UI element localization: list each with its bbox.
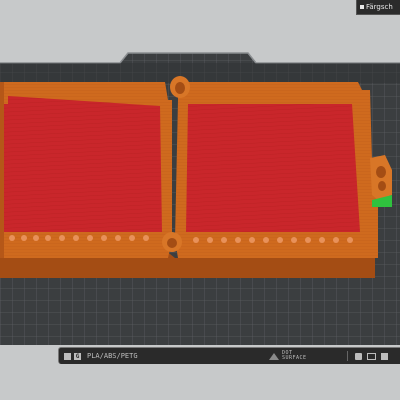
grid-view-icon [64,352,71,360]
layers-button[interactable] [367,348,376,364]
g-code-icon: G [74,352,81,360]
printer-button[interactable] [381,348,388,364]
triangle-warning-icon [269,352,279,360]
printed-model[interactable] [0,76,392,278]
surface-label-line2: SURFACE [282,355,307,361]
status-bar: G PLA/ABS/PETG DOT SURFACE [58,347,400,364]
dropdown-swatch-icon [360,5,364,9]
layers-icon [367,352,376,360]
3d-viewport[interactable] [0,0,400,400]
g-code-button[interactable]: G [74,348,81,364]
material-label: PLA/ABS/PETG [87,352,138,360]
grid-view-button[interactable] [64,348,71,364]
divider [347,351,348,361]
surface-text: DOT SURFACE [282,351,307,361]
cylinder-button[interactable] [355,348,362,364]
color-scheme-label: Färgsch [366,3,393,11]
surface-indicator[interactable]: DOT SURFACE [269,348,307,364]
color-scheme-dropdown[interactable]: Färgsch [356,0,400,15]
printer-icon [381,352,388,360]
cylinder-icon [355,352,362,360]
